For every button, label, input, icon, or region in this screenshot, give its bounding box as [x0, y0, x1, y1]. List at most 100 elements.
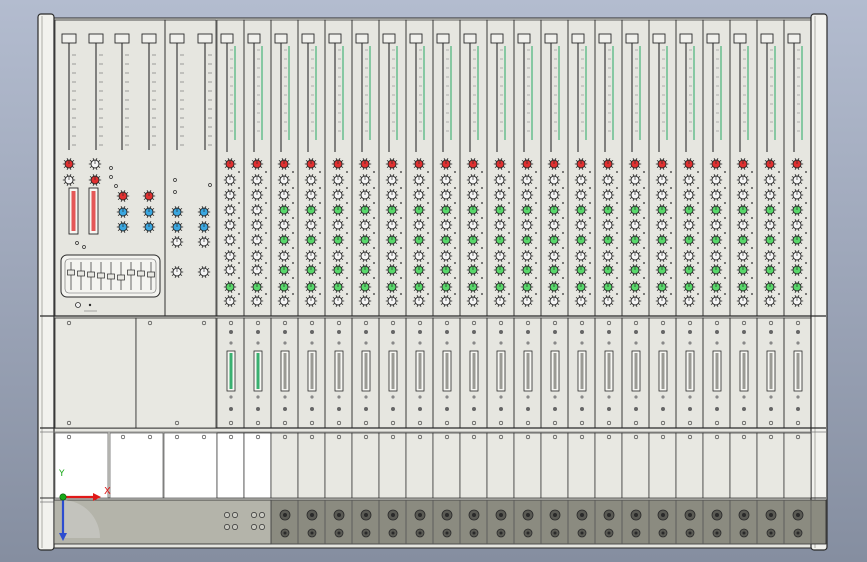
channel-led: [670, 171, 672, 173]
xlr-jack-pin: [337, 513, 341, 517]
channel-button: [607, 395, 611, 399]
channel-button: [742, 330, 746, 334]
eq-band-slider: [127, 269, 135, 276]
channel-led: [562, 187, 564, 189]
channel-button: [283, 407, 287, 411]
channel-led: [697, 232, 699, 234]
channel-led: [643, 262, 645, 264]
channel-led: [697, 293, 699, 295]
channel-led: [265, 277, 267, 279]
channel-led: [292, 232, 294, 234]
channel-led: [508, 277, 510, 279]
channel-led: [643, 277, 645, 279]
channel-led: [346, 217, 348, 219]
channel-button: [256, 330, 260, 334]
channel-button: [337, 341, 341, 345]
channel-led: [697, 217, 699, 219]
fader-cap: [141, 33, 157, 44]
channel-led: [589, 293, 591, 295]
channel-button: [337, 330, 341, 334]
channel-button: [310, 395, 314, 399]
channel-button: [445, 395, 449, 399]
channel-button: [526, 407, 530, 411]
channel-button: [364, 407, 368, 411]
channel-led: [616, 171, 618, 173]
channel-fader-cap: [733, 33, 747, 44]
channel-jack-plate: [432, 432, 461, 499]
channel-fader-cap: [706, 33, 720, 44]
channel-led: [373, 232, 375, 234]
channel-led: [400, 217, 402, 219]
channel-led: [562, 293, 564, 295]
channel-button: [688, 407, 692, 411]
channel-led: [400, 187, 402, 189]
channel-led: [778, 293, 780, 295]
channel-led: [238, 171, 240, 173]
trs-jack-pin: [796, 531, 800, 535]
master-lower-panel: [135, 317, 217, 429]
left-side-rail: [37, 13, 55, 551]
channel-meter-fill: [337, 353, 341, 389]
blank-plate: [109, 432, 164, 499]
channel-fader-cap: [544, 33, 558, 44]
channel-led: [805, 187, 807, 189]
channel-led: [454, 277, 456, 279]
trs-jack-pin: [418, 531, 422, 535]
channel-led: [535, 277, 537, 279]
channel-led: [697, 187, 699, 189]
channel-led: [751, 187, 753, 189]
channel-led: [562, 202, 564, 204]
channel-led: [481, 293, 483, 295]
channel-led: [454, 262, 456, 264]
channel-led: [373, 262, 375, 264]
channel-led: [697, 171, 699, 173]
channel-button: [715, 395, 719, 399]
channel-jack-plate: [216, 432, 245, 499]
channel-led: [400, 202, 402, 204]
channel-led: [562, 171, 564, 173]
channel-led: [427, 262, 429, 264]
channel-jack-plate: [675, 432, 704, 499]
channel-jack-plate: [378, 432, 407, 499]
channel-meter-fill: [310, 353, 314, 389]
xlr-jack-pin: [553, 513, 557, 517]
channel-button: [472, 407, 476, 411]
channel-led: [481, 262, 483, 264]
eq-band-slider: [117, 274, 125, 281]
channel-led: [508, 217, 510, 219]
channel-button: [499, 330, 503, 334]
channel-led: [778, 202, 780, 204]
channel-led: [805, 202, 807, 204]
channel-button: [742, 407, 746, 411]
trs-jack-pin: [364, 531, 368, 535]
channel-fader-cap: [625, 33, 639, 44]
mixer-assembly[interactable]: [37, 13, 828, 551]
channel-button: [769, 341, 773, 345]
channel-led: [751, 171, 753, 173]
channel-button: [391, 407, 395, 411]
eq-band-slider: [87, 271, 95, 278]
channel-led: [535, 202, 537, 204]
channel-led: [535, 247, 537, 249]
channel-led: [697, 262, 699, 264]
master-lower-panel: [54, 317, 137, 429]
channel-led: [454, 232, 456, 234]
channel-led: [616, 187, 618, 189]
channel-led: [697, 277, 699, 279]
channel-led: [373, 293, 375, 295]
channel-led: [346, 187, 348, 189]
channel-jack-plate: [648, 432, 677, 499]
small-jack: [251, 524, 257, 530]
channel-meter-fill: [553, 353, 557, 389]
channel-led: [805, 262, 807, 264]
channel-led: [238, 187, 240, 189]
xlr-jack-pin: [445, 513, 449, 517]
channel-led: [616, 232, 618, 234]
channel-fader-cap: [787, 33, 801, 44]
xlr-jack-pin: [607, 513, 611, 517]
rear-jack-panel: [270, 499, 827, 545]
cad-viewport[interactable]: [0, 0, 867, 562]
fader-cap: [114, 33, 130, 44]
channel-meter-fill: [715, 353, 719, 389]
xlr-jack-pin: [796, 513, 800, 517]
